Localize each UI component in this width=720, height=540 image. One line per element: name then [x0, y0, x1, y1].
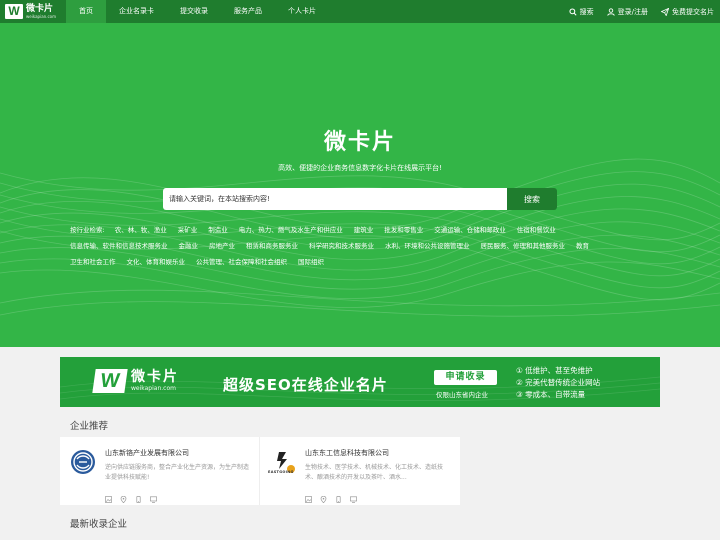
banner-benefit: ③ 零成本、自带流量: [516, 390, 586, 399]
industry-link[interactable]: 批发和零售业: [384, 226, 423, 234]
search-button[interactable]: 搜索: [507, 188, 557, 210]
industry-link[interactable]: 居民服务、修理和其他服务业: [481, 242, 566, 250]
search-icon: [569, 7, 577, 16]
nav-search-link[interactable]: 搜索: [569, 7, 594, 17]
industry-link[interactable]: 科学研究和技术服务业: [309, 242, 374, 250]
top-nav: W 微卡片 weikapian.com 首页 企业名录卡 提交收录 服务产品 个…: [0, 0, 720, 23]
industry-link[interactable]: 房地产业: [209, 242, 235, 250]
company-name: 山东东工信息科技有限公司: [305, 449, 389, 457]
hero-subtitle: 高效、便捷的企业商务信息数字化卡片在线展示平台!: [278, 164, 442, 172]
industry-link[interactable]: 水利、环境和公共设施管理业: [385, 242, 470, 250]
industry-link[interactable]: 住宿和餐饮业: [517, 226, 556, 234]
company-logo-text: EASTGOING: [268, 470, 294, 474]
industry-link[interactable]: 文化、体育和娱乐业: [127, 258, 186, 266]
company-logo-xinge: [71, 450, 95, 474]
industry-filter: 按行业检索: 农、林、牧、渔业 采矿业 制造业 电力、热力、燃气及水生产和供应业 建筑业 批…: [70, 222, 660, 270]
company-desc: 逆向供应链服务商，整合产业化生产资源，为生产制造业提供科技赋能!: [105, 464, 250, 481]
nav-menu: 首页 企业名录卡 提交收录 服务产品 个人卡片: [66, 0, 329, 23]
industry-link[interactable]: 公共管理、社会保障和社会组织: [196, 258, 287, 266]
industry-filter-label: 按行业检索:: [70, 226, 105, 234]
nav-item-submit[interactable]: 提交收录: [167, 0, 221, 23]
paper-plane-icon: [661, 7, 669, 16]
industry-link[interactable]: 国际组织: [298, 258, 324, 266]
industry-link[interactable]: 采矿业: [178, 226, 198, 234]
apply-inclusion-button[interactable]: 申请收录: [434, 370, 497, 385]
nav-item-services[interactable]: 服务产品: [221, 0, 275, 23]
nav-login-label: 登录/注册: [617, 7, 648, 16]
latest-section-title: 最新收录企业: [70, 519, 128, 530]
banner-benefit: ① 低维护、甚至免维护: [516, 366, 593, 375]
monitor-icon: [350, 488, 357, 503]
image-icon: [305, 488, 312, 503]
banner-logo-w-icon: W: [92, 369, 128, 393]
industry-link[interactable]: 金融业: [179, 242, 199, 250]
recommend-section-title: 企业推荐: [70, 421, 109, 432]
company-desc: 生物技术、医学技术、机械技术、化工技术、造纸技术、酿酒技术的开发以及茶叶、酒水.…: [305, 464, 444, 481]
phone-icon: [335, 488, 342, 503]
hero-title: 微卡片: [323, 130, 396, 155]
company-card[interactable]: 山东新铬产业发展有限公司 逆向供应链服务商，整合产业化生产资源，为生产制造业提供…: [60, 437, 260, 505]
hero-wave-background: [0, 158, 720, 317]
recommend-cards: 山东新铬产业发展有限公司 逆向供应链服务商，整合产业化生产资源，为生产制造业提供…: [60, 437, 460, 505]
banner-benefit: ② 完美代替传统企业网站: [516, 378, 601, 387]
banner-logo-en: weikapian.com: [131, 385, 176, 392]
nav-free-submit-link[interactable]: 免费提交名片: [661, 7, 714, 17]
company-name: 山东新铬产业发展有限公司: [105, 449, 189, 457]
nav-item-home[interactable]: 首页: [66, 0, 106, 23]
monitor-icon: [150, 488, 157, 503]
location-icon: [320, 488, 327, 504]
nav-item-personal[interactable]: 个人卡片: [275, 0, 329, 23]
nav-login-link[interactable]: 登录/注册: [607, 7, 648, 17]
location-icon: [120, 488, 127, 504]
company-card[interactable]: EASTGOING 山东东工信息科技有限公司 生物技术、医学技术、机械技术、化工…: [260, 437, 460, 505]
industry-link[interactable]: 信息传输、软件和信息技术服务业: [70, 242, 168, 250]
industry-link[interactable]: 卫生和社会工作: [70, 258, 116, 266]
industry-link[interactable]: 租赁和商务服务业: [246, 242, 298, 250]
banner-logo-cn: 微卡片: [131, 369, 179, 385]
industry-link[interactable]: 建筑业: [354, 226, 374, 234]
hero-section: 微卡片 高效、便捷的企业商务信息数字化卡片在线展示平台! 搜索 按行业检索: 农、…: [0, 23, 720, 347]
industry-link[interactable]: 教育: [576, 242, 589, 250]
image-icon: [105, 488, 112, 503]
banner-logo: W 微卡片 weikapian.com: [92, 369, 179, 393]
search-input[interactable]: [163, 188, 507, 210]
nav-free-submit-label: 免费提交名片: [672, 7, 714, 16]
industry-link[interactable]: 电力、热力、燃气及水生产和供应业: [239, 226, 343, 234]
promo-banner[interactable]: W 微卡片 weikapian.com 超级SEO在线企业名片 申请收录 仅限山…: [60, 357, 660, 407]
banner-benefits: ① 低维护、甚至免维护 ② 完美代替传统企业网站 ③ 零成本、自带流量: [516, 365, 600, 401]
user-icon: [607, 7, 615, 16]
banner-note: 仅限山东省内企业: [436, 391, 488, 399]
phone-icon: [135, 488, 142, 503]
nav-search-label: 搜索: [579, 7, 594, 16]
hero-search-bar: 搜索: [163, 188, 557, 210]
banner-slogan: 超级SEO在线企业名片: [223, 376, 388, 394]
industry-link[interactable]: 农、林、牧、渔业: [115, 226, 167, 234]
logo-w-icon: W: [5, 4, 23, 19]
industry-link[interactable]: 制造业: [208, 226, 228, 234]
logo-text-cn: 微卡片: [26, 3, 54, 14]
industry-link[interactable]: 交通运输、仓储和邮政业: [434, 226, 506, 234]
logo-text-en: weikapian.com: [26, 13, 56, 19]
site-logo[interactable]: W 微卡片 weikapian.com: [0, 0, 66, 23]
nav-item-directory[interactable]: 企业名录卡: [106, 0, 167, 23]
